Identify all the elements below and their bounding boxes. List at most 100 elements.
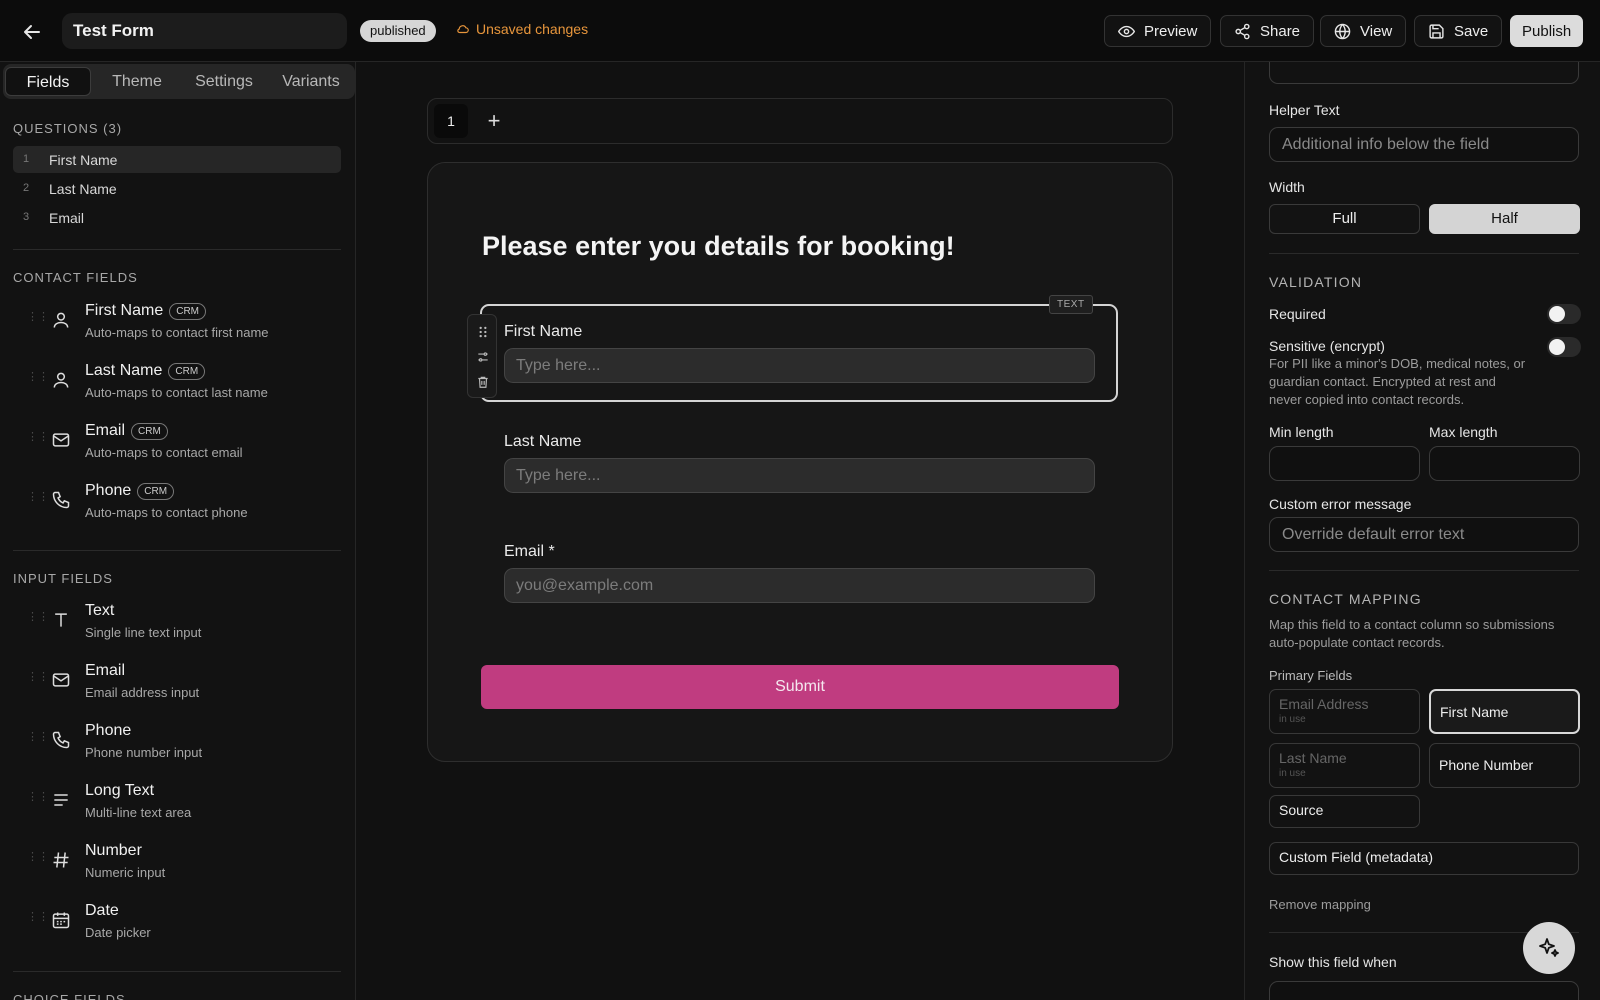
label-input[interactable] <box>1269 62 1579 84</box>
choice-fields-heading: CHOICE FIELDS <box>13 992 126 1000</box>
ai-assistant-button[interactable] <box>1523 922 1575 974</box>
question-number: 3 <box>23 211 30 223</box>
drag-handle-icon[interactable]: ⋮⋮ <box>27 312 49 330</box>
floppy-icon <box>1428 23 1445 40</box>
divider <box>1269 253 1579 254</box>
question-item[interactable]: 2 Last Name <box>13 175 341 202</box>
field-desc: Auto-maps to contact email <box>85 445 243 460</box>
divider <box>13 971 341 972</box>
contact-field-phone[interactable]: ⋮⋮ Phone CRM Auto-maps to contact phone <box>13 478 341 530</box>
field-name-text: First Name <box>85 302 164 319</box>
field-desc: Phone number input <box>85 745 203 760</box>
tab-variants[interactable]: Variants <box>271 67 351 96</box>
input-field-long-text[interactable]: ⋮⋮ Long Text Multi-line text area <box>13 778 341 830</box>
field-toolbar <box>467 314 497 398</box>
sparkles-icon <box>1537 936 1561 960</box>
view-button[interactable]: View <box>1320 15 1407 47</box>
properties-panel: Helper Text Additional info below the fi… <box>1244 62 1600 1000</box>
width-label: Width <box>1269 179 1305 195</box>
tab-fields[interactable]: Fields <box>5 67 91 96</box>
tab-theme[interactable]: Theme <box>99 67 175 96</box>
drag-handle-icon[interactable]: ⋮⋮ <box>27 432 49 450</box>
form-title-input[interactable]: Test Form <box>62 13 347 49</box>
field-type-tag: TEXT <box>1049 295 1093 314</box>
map-option-email-address: Email Address in use <box>1269 689 1420 734</box>
publish-button[interactable]: Publish <box>1510 15 1584 47</box>
preview-button[interactable]: Preview <box>1104 15 1212 47</box>
input-field-text[interactable]: ⋮⋮ Text Single line text input <box>13 598 341 650</box>
tab-settings[interactable]: Settings <box>183 67 265 96</box>
drag-handle-icon[interactable]: ⋮⋮ <box>27 792 49 810</box>
map-option-label: Email Address <box>1279 696 1369 712</box>
sensitive-label: Sensitive (encrypt) <box>1269 338 1385 354</box>
divider <box>13 249 341 250</box>
remove-mapping-link[interactable]: Remove mapping <box>1269 896 1371 914</box>
input-field-number[interactable]: ⋮⋮ Number Numeric input <box>13 838 341 890</box>
question-label: First Name <box>49 152 118 168</box>
drag-handle-icon[interactable]: ⋮⋮ <box>27 732 49 750</box>
input-field-date[interactable]: ⋮⋮ Date Date picker <box>13 898 341 950</box>
field-desc: Auto-maps to contact phone <box>85 505 248 520</box>
drag-handle-icon[interactable]: ⋮⋮ <box>27 672 49 690</box>
field-name: Number <box>85 842 142 859</box>
drag-handle-icon[interactable]: ⋮⋮ <box>27 912 49 930</box>
field-name: Email CRM <box>85 422 168 440</box>
field-desc: Auto-maps to contact last name <box>85 385 268 400</box>
question-number: 1 <box>23 153 30 165</box>
sensitive-toggle[interactable] <box>1547 337 1581 357</box>
map-option-phone-number[interactable]: Phone Number <box>1429 743 1580 788</box>
page-tab-1[interactable]: 1 <box>434 104 468 138</box>
contact-field-first-name[interactable]: ⋮⋮ First Name CRM Auto-maps to contact fi… <box>13 298 341 350</box>
share-label: Share <box>1260 22 1301 40</box>
share-button[interactable]: Share <box>1220 15 1315 47</box>
helper-text-input[interactable]: Additional info below the field <box>1269 127 1579 162</box>
last-name-input[interactable]: Type here... <box>504 458 1095 493</box>
min-length-input[interactable] <box>1269 446 1420 481</box>
contact-field-last-name[interactable]: ⋮⋮ Last Name CRM Auto-maps to contact las… <box>13 358 341 410</box>
field-desc: Multi-line text area <box>85 805 192 820</box>
first-name-input[interactable]: Type here... <box>504 348 1095 383</box>
input-field-phone[interactable]: ⋮⋮ Phone Phone number input <box>13 718 341 770</box>
map-option-source[interactable]: Source <box>1269 795 1420 828</box>
questions-heading: QUESTIONS (3) <box>13 121 123 136</box>
condition-field-select[interactable] <box>1269 981 1579 1000</box>
field-label-first-name: First Name <box>504 323 583 340</box>
map-option-first-name[interactable]: First Name <box>1429 689 1580 734</box>
max-length-label: Max length <box>1429 424 1498 440</box>
width-half-button[interactable]: Half <box>1429 204 1580 234</box>
email-input[interactable]: you@example.com <box>504 568 1095 603</box>
input-field-email[interactable]: ⋮⋮ Email Email address input <box>13 658 341 710</box>
save-button[interactable]: Save <box>1414 15 1503 47</box>
question-item[interactable]: 1 First Name <box>13 146 341 173</box>
back-arrow-icon[interactable] <box>20 20 44 44</box>
form-heading[interactable]: Please enter you details for booking! <box>482 231 955 262</box>
form-canvas: 1 + Please enter you details for booking… <box>357 62 1243 1000</box>
share-icon <box>1234 23 1251 40</box>
drag-handle-icon[interactable]: ⋮⋮ <box>27 852 49 870</box>
question-number: 2 <box>23 182 30 194</box>
contact-field-email[interactable]: ⋮⋮ Email CRM Auto-maps to contact email <box>13 418 341 470</box>
drag-handle-icon[interactable]: ⋮⋮ <box>27 492 49 510</box>
user-icon <box>51 310 73 332</box>
required-toggle[interactable] <box>1547 304 1581 324</box>
max-length-input[interactable] <box>1429 446 1580 481</box>
add-page-button[interactable]: + <box>480 107 508 135</box>
field-name: Date <box>85 902 119 919</box>
question-item[interactable]: 3 Email <box>13 204 341 231</box>
submit-button[interactable]: Submit <box>481 665 1119 709</box>
crm-badge: CRM <box>131 422 168 440</box>
custom-error-input[interactable]: Override default error text <box>1269 517 1579 552</box>
field-name: Phone CRM <box>85 482 175 500</box>
paragraph-icon <box>51 790 73 812</box>
drag-handle-icon[interactable]: ⋮⋮ <box>27 372 49 390</box>
custom-field-button[interactable]: Custom Field (metadata) <box>1269 842 1579 875</box>
save-label: Save <box>1454 22 1489 40</box>
sensitive-description: For PII like a minor's DOB, medical note… <box>1269 356 1526 407</box>
drag-handle-icon[interactable]: ⋮⋮ <box>27 612 49 630</box>
required-label: Required <box>1269 306 1326 322</box>
panel-tabs: Fields Theme Settings Variants <box>3 64 355 99</box>
map-option-label: Last Name <box>1279 750 1347 766</box>
width-full-button[interactable]: Full <box>1269 204 1420 234</box>
min-length-label: Min length <box>1269 424 1334 440</box>
divider <box>13 550 341 551</box>
